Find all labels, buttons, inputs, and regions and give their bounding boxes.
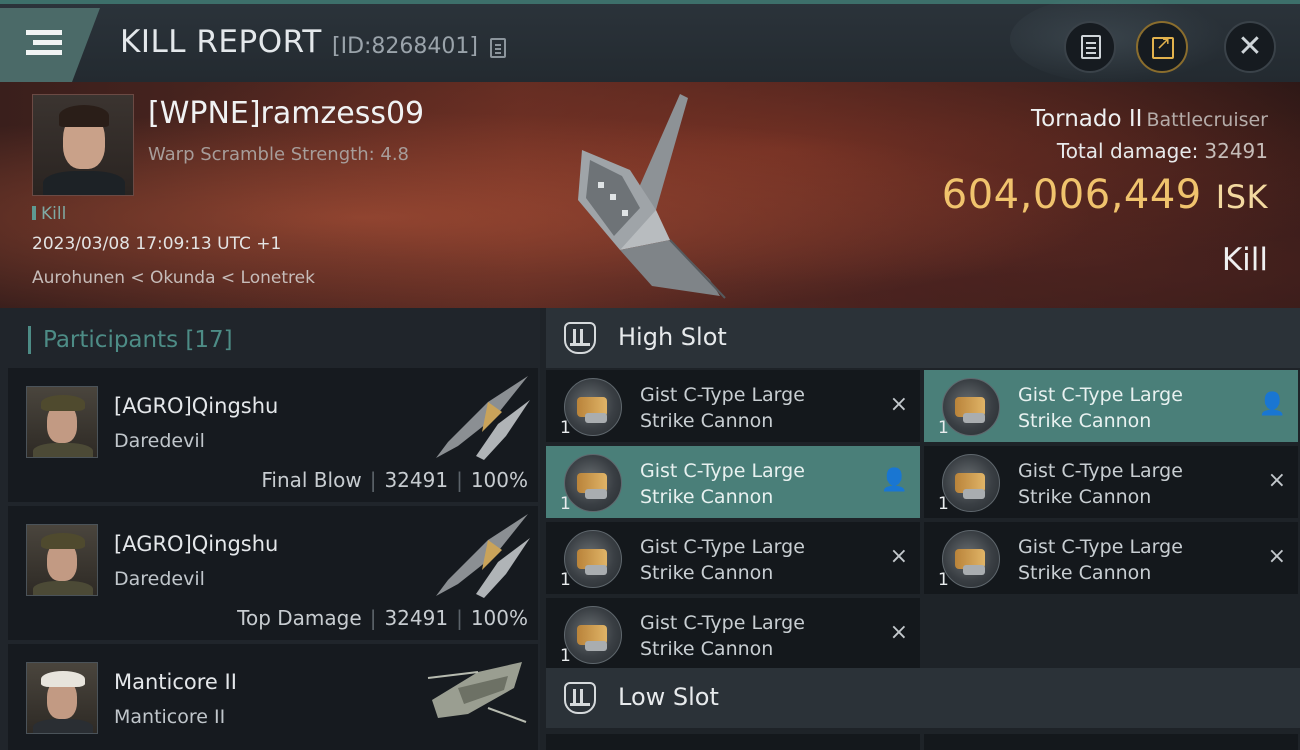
avatar [26,524,98,596]
participant-percent: 100% [470,468,528,492]
share-icon [1152,33,1174,59]
cannon-icon [564,378,622,436]
participant-card[interactable]: [AGRO]Qingshu Daredevil Final Blow | 32491… [8,368,538,502]
result-label: Kill [1221,242,1268,278]
participant-role: Final Blow [261,468,362,492]
module-item[interactable]: 1 Gist C-Type Large Strike Cannon × [546,522,920,594]
notes-button[interactable] [1064,21,1116,73]
participant-card[interactable]: [AGRO]Qingshu Daredevil Top Damage | 32491… [8,506,538,640]
person-icon: 👤 [1258,392,1286,417]
cannon-icon [564,606,622,664]
module-quantity: 1 [938,494,949,514]
participant-damage: 32491 [384,468,449,492]
module-quantity: 1 [560,494,571,514]
module-name: Gist C-Type Large Strike Cannon [640,460,805,508]
module-item[interactable]: 1 Gist C-Type Large Strike Cannon × [924,446,1298,518]
isk-unit: ISK [1215,178,1268,216]
cannon-icon [942,378,1000,436]
kill-datetime: 2023/03/08 17:09:13 UTC +1 [32,234,282,254]
participant-ship-image [436,376,530,460]
participant-percent: 100% [470,606,528,630]
report-id: [ID:8268401] [332,34,478,59]
module-item[interactable] [546,734,920,750]
menu-button[interactable] [0,8,100,82]
module-item[interactable]: 1 Gist C-Type Large Strike Cannon 👤 [546,446,920,518]
cannon-icon [564,530,622,588]
avatar [26,662,98,734]
menu-icon [26,30,62,35]
participants-panel: Participants [17] [AGRO]Qingshu Daredevi… [0,308,540,750]
module-name: Gist C-Type Large Strike Cannon [1018,460,1183,508]
victim-name[interactable]: [WPNE]ramzess09 [148,96,424,131]
module-quantity: 1 [938,570,949,590]
page-title: KILL REPORT [120,24,322,60]
high-slot-icon [564,322,596,354]
kill-tag: Kill [32,204,66,224]
module-item[interactable]: 1 Gist C-Type Large Strike Cannon × [546,370,920,442]
participants-title: Participants [17] [28,326,233,354]
fitting-panel: High Slot 1 Gist C-Type Large Strike Cann… [540,308,1300,750]
participant-ship: Daredevil [114,430,205,452]
low-slot-label: Low Slot [618,683,719,711]
participant-ship-image [436,514,530,598]
ship-name: Tornado II [1030,106,1143,132]
cannon-icon [942,454,1000,512]
participant-role: Top Damage [237,606,362,630]
low-slot-header: Low Slot [546,668,1300,728]
close-icon: × [1267,544,1286,569]
share-button[interactable] [1136,21,1188,73]
close-icon: ✕ [1237,29,1263,64]
module-name: Gist C-Type Large Strike Cannon [640,384,805,432]
close-icon: × [1267,468,1286,493]
header-decoration [1010,0,1230,84]
victim-banner: [WPNE]ramzess09 Warp Scramble Strength: … [0,82,1300,308]
kill-location[interactable]: Aurohunen < Okunda < Lonetrek [32,268,315,288]
ship-class: Battlecruiser [1146,109,1268,131]
close-button[interactable]: ✕ [1224,21,1276,73]
clipboard-icon [1081,35,1101,59]
victim-subtitle: Warp Scramble Strength: 4.8 [148,144,410,165]
isk-value: 604,006,449 ISK [941,172,1268,218]
title-bar: KILL REPORT [ID:8268401] ✕ [0,0,1300,84]
module-quantity: 1 [938,418,949,438]
participant-ship-image [427,662,527,723]
high-slot-header: High Slot [546,308,1300,368]
victim-ship[interactable]: Tornado II Battlecruiser [1031,106,1268,132]
low-slot-icon [564,682,596,714]
participant-damage: 32491 [384,606,449,630]
module-name: Gist C-Type Large Strike Cannon [640,612,805,660]
module-quantity: 1 [560,646,571,666]
cannon-icon [942,530,1000,588]
participant-ship: Daredevil [114,568,205,590]
cannon-icon [564,454,622,512]
participant-stats: Top Damage | 32491 | 100% [237,606,528,630]
copy-icon[interactable] [490,38,506,58]
module-quantity: 1 [560,418,571,438]
participant-name: [AGRO]Qingshu [114,394,279,418]
victim-avatar[interactable] [32,94,134,196]
module-name: Gist C-Type Large Strike Cannon [640,536,805,584]
participant-ship: Manticore II [114,706,226,728]
module-item[interactable]: 1 Gist C-Type Large Strike Cannon 👤 [924,370,1298,442]
victim-ship-image [578,94,726,299]
avatar [26,386,98,458]
participant-name: Manticore II [114,670,237,694]
close-icon: × [889,544,908,569]
total-damage: Total damage: 32491 [1056,139,1268,163]
module-item[interactable]: 1 Gist C-Type Large Strike Cannon × [924,522,1298,594]
total-damage-value: 32491 [1204,139,1268,163]
participant-name: [AGRO]Qingshu [114,532,279,556]
module-item[interactable]: 1 Gist C-Type Large Strike Cannon × [546,598,920,670]
person-icon: 👤 [880,468,908,493]
close-icon: × [889,620,908,645]
close-icon: × [889,392,908,417]
participant-stats: Final Blow | 32491 | 100% [261,468,528,492]
module-quantity: 1 [560,570,571,590]
module-item[interactable] [924,734,1298,750]
high-slot-label: High Slot [618,323,727,351]
module-name: Gist C-Type Large Strike Cannon [1018,384,1183,432]
participant-card[interactable]: Manticore II Manticore II [8,644,538,750]
module-name: Gist C-Type Large Strike Cannon [1018,536,1183,584]
